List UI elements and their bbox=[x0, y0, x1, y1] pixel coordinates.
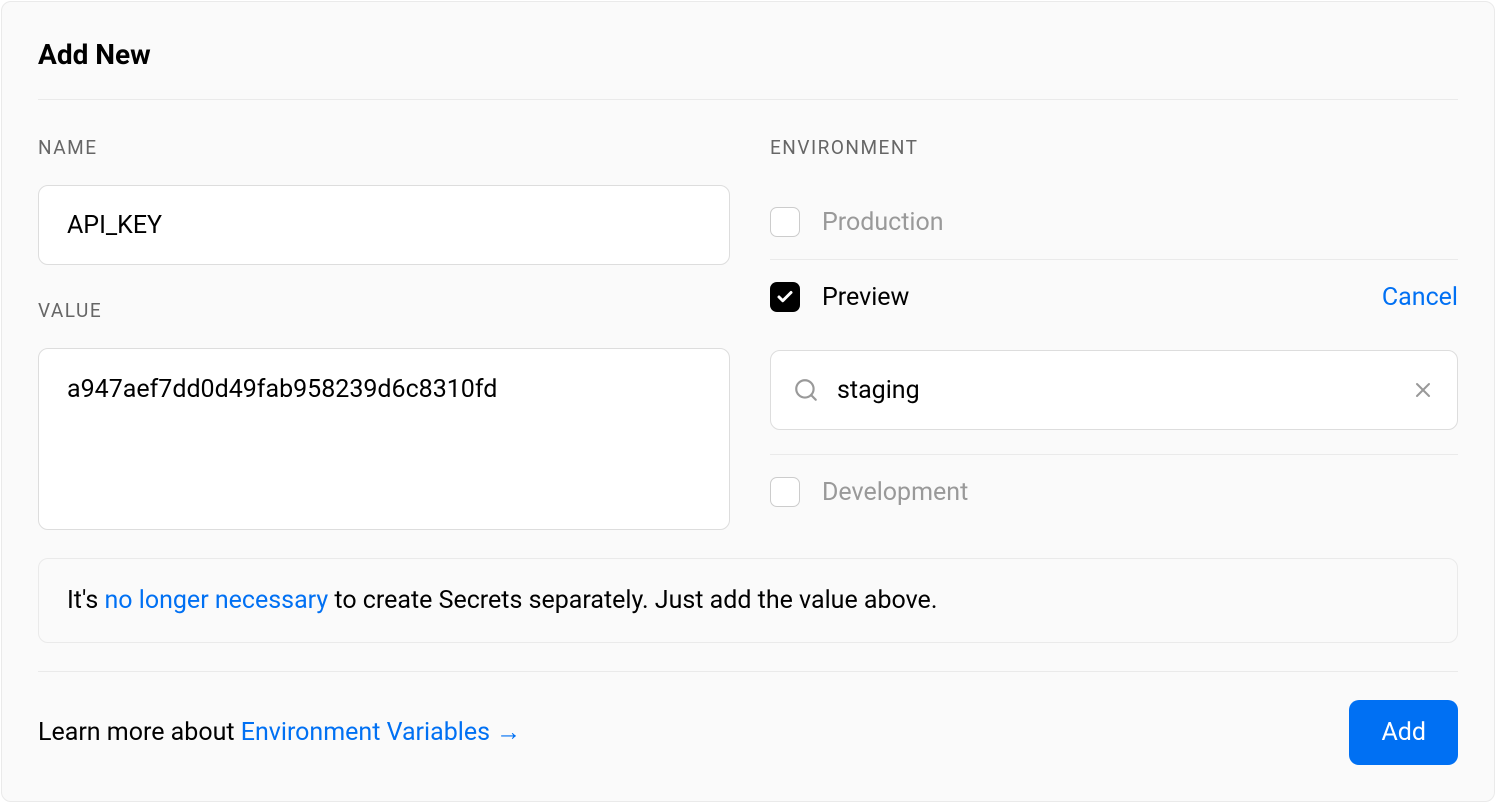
development-row[interactable]: Development bbox=[770, 455, 1458, 529]
filter-input[interactable] bbox=[837, 376, 1393, 405]
info-prefix: It's bbox=[67, 586, 104, 615]
info-link[interactable]: no longer necessary bbox=[104, 586, 328, 615]
add-new-card: Add New NAME VALUE a947aef7dd0d49fab9582… bbox=[1, 1, 1495, 802]
value-textarea[interactable]: a947aef7dd0d49fab958239d6c8310fd bbox=[38, 348, 730, 530]
info-box: It's no longer necessary to create Secre… bbox=[38, 558, 1458, 643]
development-label: Development bbox=[822, 478, 1458, 507]
info-suffix: to create Secrets separately. Just add t… bbox=[328, 586, 937, 615]
name-input[interactable] bbox=[38, 185, 730, 265]
filter-box bbox=[770, 350, 1458, 430]
clear-icon[interactable] bbox=[1411, 378, 1435, 402]
footer: Learn more about Environment Variables →… bbox=[38, 672, 1458, 765]
name-label: NAME bbox=[38, 136, 730, 159]
card-title: Add New bbox=[38, 38, 1458, 71]
cancel-link[interactable]: Cancel bbox=[1382, 283, 1458, 312]
main-content: NAME VALUE a947aef7dd0d49fab958239d6c831… bbox=[38, 100, 1458, 558]
preview-checkbox[interactable] bbox=[770, 282, 800, 312]
env-vars-link[interactable]: Environment Variables → bbox=[241, 718, 521, 747]
filter-wrap bbox=[770, 334, 1458, 454]
production-checkbox[interactable] bbox=[770, 207, 800, 237]
footer-text: Learn more about Environment Variables → bbox=[38, 718, 521, 747]
right-column: ENVIRONMENT Production Preview Cancel bbox=[770, 136, 1458, 534]
preview-row[interactable]: Preview Cancel bbox=[770, 260, 1458, 334]
check-icon bbox=[776, 288, 794, 306]
search-icon bbox=[793, 377, 819, 403]
development-checkbox[interactable] bbox=[770, 477, 800, 507]
production-row[interactable]: Production bbox=[770, 185, 1458, 259]
environment-label: ENVIRONMENT bbox=[770, 136, 1458, 159]
arrow-right-icon: → bbox=[490, 718, 521, 747]
left-column: NAME VALUE a947aef7dd0d49fab958239d6c831… bbox=[38, 136, 730, 534]
preview-label: Preview bbox=[822, 283, 1360, 312]
value-label: VALUE bbox=[38, 299, 730, 322]
footer-prefix: Learn more about bbox=[38, 718, 241, 747]
add-button[interactable]: Add bbox=[1349, 700, 1458, 765]
production-label: Production bbox=[822, 208, 1458, 237]
